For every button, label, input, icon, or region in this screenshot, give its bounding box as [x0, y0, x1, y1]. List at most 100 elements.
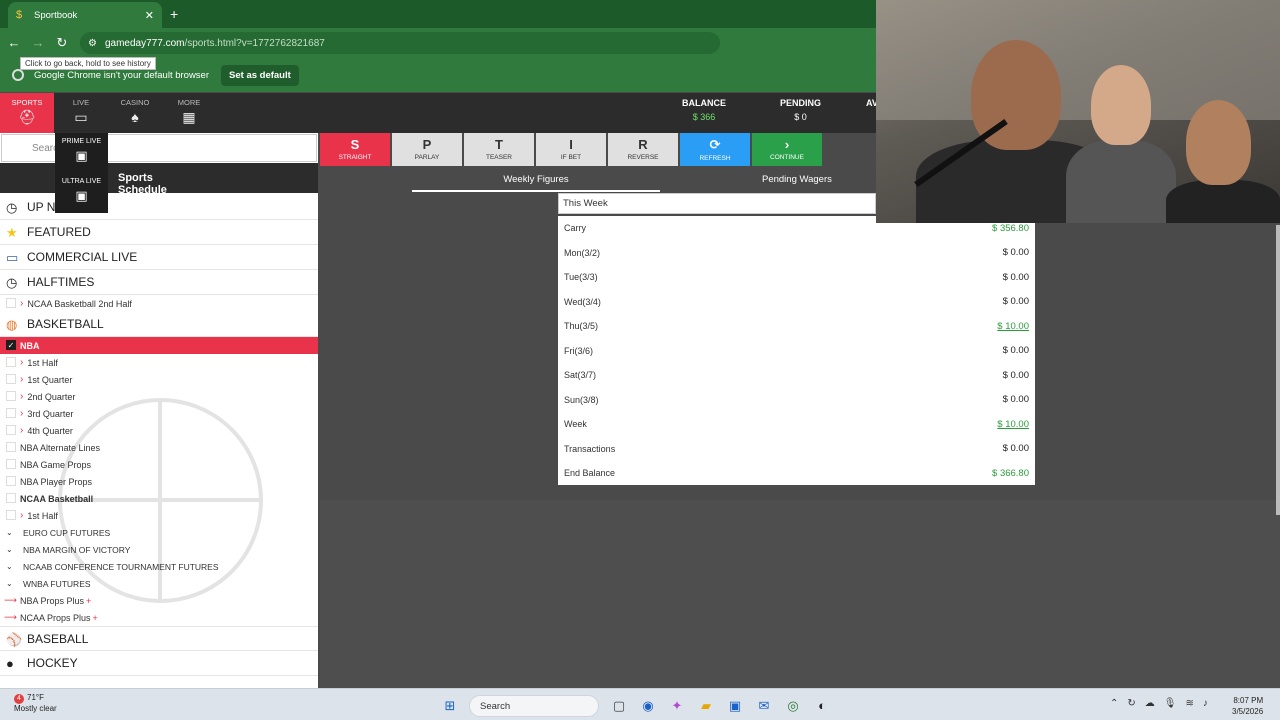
sidebar-item-up-next[interactable]: ◷ UP N — [0, 195, 318, 220]
nav-sports[interactable]: SPORTS ⛑ — [0, 93, 54, 133]
copilot-icon[interactable]: ✦ — [667, 696, 687, 716]
weekly-figures-table: Carry $ 356.80 Mon(3/2) $ 0.00 Tue(3/3) $ 0… — [558, 216, 1035, 485]
reload-icon[interactable]: ↻ — [54, 35, 70, 51]
nba-sub-label: 2nd Quarter — [27, 391, 76, 402]
microphone-icon[interactable]: 🎙 — [1164, 698, 1177, 709]
group-nba-margin-of-victory[interactable]: ⌄ NBA MARGIN OF VICTORY — [0, 541, 318, 558]
if-bet-key: I — [569, 137, 573, 152]
outlook-icon[interactable]: ✉ — [754, 696, 774, 716]
nba-player-props[interactable]: NBA Player Props — [0, 473, 318, 490]
obs-icon[interactable]: ◐ — [812, 696, 832, 716]
checkbox[interactable] — [6, 408, 16, 418]
checkbox[interactable] — [6, 493, 16, 503]
sports-list: ◷ UP N ★ FEATURED ▭ COMMERCIAL LIVE ◷ HA… — [0, 195, 318, 676]
pending-value: $ 0 — [794, 112, 807, 122]
checkbox[interactable] — [6, 391, 16, 401]
group-euro-cup-futures[interactable]: ⌄ EURO CUP FUTURES — [0, 524, 318, 541]
store-icon[interactable]: ▣ — [725, 696, 745, 716]
edge-browser-icon[interactable]: ◉ — [638, 696, 658, 716]
clock[interactable]: 8:07 PM 3/5/2026 — [1232, 695, 1263, 717]
url-field[interactable]: ⚙ gameday777.com/sports.html?v=177276282… — [80, 32, 720, 54]
row-amount-link[interactable]: $ 10.00 — [997, 321, 1029, 332]
teaser-key: T — [495, 137, 503, 152]
forward-arrow-icon[interactable]: → — [30, 35, 46, 50]
checkbox[interactable] — [6, 425, 16, 435]
halftimes-ncaa-2nd-half[interactable]: › NCAA Basketball 2nd Half — [0, 295, 318, 312]
chevron-up-icon[interactable]: ⌃ — [1110, 698, 1118, 709]
nba-4th-quarter[interactable]: › 4th Quarter — [0, 422, 318, 439]
parlay-button[interactable]: P PARLAY — [392, 133, 462, 166]
sidebar-item-basketball[interactable]: ◍ BASKETBALL — [0, 312, 318, 337]
checkbox[interactable] — [6, 510, 16, 520]
if-bet-button[interactable]: I IF BET — [536, 133, 606, 166]
prime-live-item[interactable]: PRIME LIVE ▣ — [55, 133, 108, 173]
row-amount-link[interactable]: $ 10.00 — [997, 419, 1029, 430]
close-tab-icon[interactable]: ✕ — [145, 9, 154, 22]
nba-1st-half[interactable]: › 1st Half — [0, 354, 318, 371]
dollar-favicon-icon: $ — [16, 9, 23, 21]
nav-more[interactable]: MORE ▦ — [162, 93, 216, 133]
cloud-icon[interactable]: ☁ — [1145, 698, 1155, 709]
back-arrow-icon[interactable]: ← — [6, 35, 22, 50]
taskbar-search-input[interactable]: Search — [469, 695, 599, 717]
ncaa-props-plus[interactable]: ⟶ NCAA Props Plus + — [0, 609, 318, 626]
ncaa-1st-half[interactable]: › 1st Half — [0, 507, 318, 524]
balance-label: BALANCE — [682, 98, 726, 108]
site-settings-icon[interactable]: ⚙ — [88, 38, 97, 49]
straight-button[interactable]: S STRAIGHT — [320, 133, 390, 166]
nav-casino[interactable]: CASINO ♠ — [108, 93, 162, 133]
group-ncaab-conference-futures[interactable]: ⌄ NCAAB CONFERENCE TOURNAMENT FUTURES — [0, 558, 318, 575]
sidebar-item-halftimes[interactable]: ◷ HALFTIMES — [0, 270, 318, 295]
league-nba[interactable]: ✓ NBA — [0, 337, 318, 354]
sidebar-item-baseball[interactable]: ⚾ BASEBALL — [0, 626, 318, 651]
nba-game-props[interactable]: NBA Game Props — [0, 456, 318, 473]
sidebar-search-input[interactable]: Searc — [1, 134, 317, 162]
sidebar-item-hockey[interactable]: ● HOCKEY — [0, 651, 318, 676]
page-scrollbar[interactable] — [1276, 225, 1280, 515]
table-row: Thu(3/5) $ 10.00 — [558, 314, 1035, 339]
checkbox[interactable] — [6, 357, 16, 367]
chrome-taskbar-icon[interactable]: ◎ — [783, 696, 803, 716]
sidebar-item-commercial-live[interactable]: ▭ COMMERCIAL LIVE — [0, 245, 318, 270]
weather-widget[interactable]: 4 71°F Mostly clear — [14, 693, 57, 714]
teaser-button[interactable]: T TEASER — [464, 133, 534, 166]
checkbox[interactable] — [6, 442, 16, 452]
nba-props-plus[interactable]: ⟶ NBA Props Plus + — [0, 592, 318, 609]
checkbox[interactable] — [6, 459, 16, 469]
group-wnba-futures[interactable]: ⌄ WNBA FUTURES — [0, 575, 318, 592]
chevron-right-icon: › — [20, 357, 24, 368]
tab-weekly-figures[interactable]: Weekly Figures — [412, 174, 660, 192]
refresh-button[interactable]: ⟳ REFRESH — [680, 133, 750, 166]
address-bar-row: ← → ↻ ⚙ gameday777.com/sports.html?v=177… — [0, 28, 876, 58]
nav-live[interactable]: LIVE ▭ — [54, 93, 108, 133]
ultra-live-item[interactable]: ULTRA LIVE ▣ — [55, 173, 108, 213]
league-ncaa-basketball[interactable]: NCAA Basketball — [0, 490, 318, 507]
checked-checkbox-icon[interactable]: ✓ — [6, 340, 16, 350]
nba-1st-quarter[interactable]: › 1st Quarter — [0, 371, 318, 388]
nav-casino-label: CASINO — [120, 98, 150, 107]
browser-tab[interactable]: $ Sportbook ✕ — [8, 2, 162, 28]
wifi-icon[interactable]: ≋ — [1185, 698, 1193, 709]
nba-3rd-quarter[interactable]: › 3rd Quarter — [0, 405, 318, 422]
reverse-button[interactable]: R REVERSE — [608, 133, 678, 166]
tab-pending-wagers[interactable]: Pending Wagers — [762, 174, 832, 185]
row-amount: $ 0.00 — [1002, 394, 1029, 406]
sync-icon[interactable]: ↻ — [1127, 698, 1135, 709]
windows-start-icon[interactable]: ⊞ — [440, 696, 460, 716]
checkbox[interactable] — [6, 476, 16, 486]
reverse-key: R — [638, 137, 648, 152]
taskbar-apps: ⊞ Search ▢ ◉ ✦ ▰ ▣ ✉ ◎ ◐ — [440, 695, 841, 717]
sidebar-item-featured[interactable]: ★ FEATURED — [0, 220, 318, 245]
file-explorer-icon[interactable]: ▰ — [696, 696, 716, 716]
task-view-icon[interactable]: ▢ — [609, 696, 629, 716]
nba-alternate-lines[interactable]: NBA Alternate Lines — [0, 439, 318, 456]
volume-icon[interactable]: ♪ — [1203, 698, 1208, 709]
continue-button[interactable]: › CONTINUE — [752, 133, 822, 166]
set-default-button[interactable]: Set as default — [221, 64, 299, 86]
tv-icon: ▭ — [6, 250, 19, 265]
nba-2nd-quarter[interactable]: › 2nd Quarter — [0, 388, 318, 405]
checkbox[interactable] — [6, 298, 16, 308]
week-select[interactable]: This Week — [558, 193, 876, 214]
checkbox[interactable] — [6, 374, 16, 384]
new-tab-button[interactable]: + — [170, 6, 178, 22]
